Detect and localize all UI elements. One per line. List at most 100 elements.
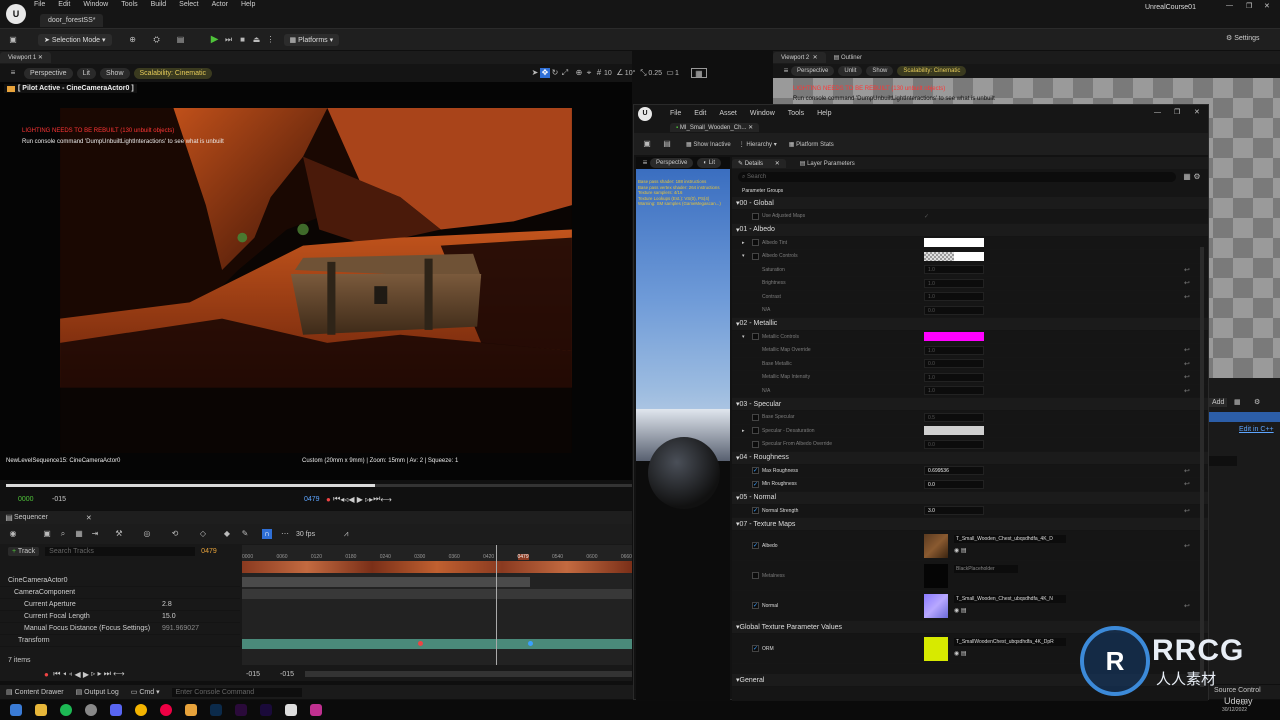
param-checkbox[interactable]	[752, 572, 759, 579]
param-checkbox[interactable]	[752, 212, 759, 220]
reset-icon[interactable]: ↩	[1184, 360, 1190, 368]
unreal-taskbar-icon[interactable]	[285, 704, 297, 716]
maximize-icon[interactable]: ❐	[1246, 2, 1252, 10]
track-row[interactable]: Current Focal Length 15.0	[0, 611, 240, 623]
after-effects-icon[interactable]	[260, 704, 272, 716]
spotify-icon[interactable]	[60, 704, 72, 716]
fps-selector[interactable]: 30 fps	[296, 531, 315, 538]
scale-tool-icon[interactable]: ⤢	[560, 68, 570, 78]
find-icon[interactable]: ⌕	[58, 529, 68, 539]
discord-icon[interactable]	[110, 704, 122, 716]
playback-start[interactable]: 0000	[18, 496, 34, 503]
keyframe[interactable]	[528, 641, 533, 646]
track-value[interactable]: 2.8	[162, 601, 172, 608]
play-icon[interactable]: ▶	[210, 34, 220, 45]
camera-speed-value[interactable]: 1	[675, 70, 679, 77]
camera-section[interactable]	[242, 577, 530, 587]
search-tracks-input[interactable]: Search Tracks	[45, 546, 196, 556]
chrome-icon[interactable]	[135, 704, 147, 716]
albedo-controls-swatch[interactable]	[924, 251, 984, 261]
layer-params-tab[interactable]: ▤ Layer Parameters	[800, 160, 855, 167]
unreal-logo-icon[interactable]: U	[6, 4, 26, 24]
track-row[interactable]: Current Aperture 2.8	[0, 599, 240, 611]
platforms-button[interactable]: ▦ Platforms ▾	[283, 33, 340, 46]
details-settings-icon[interactable]: ⚙	[1192, 172, 1202, 182]
auto-key-icon[interactable]: ◆	[222, 529, 232, 539]
record-icon[interactable]: ●	[326, 495, 331, 504]
param-checkbox[interactable]	[752, 239, 759, 247]
add-content-icon[interactable]: ⊕	[128, 35, 138, 45]
hierarchy-button[interactable]: ⋮ Hierarchy ▾	[739, 141, 777, 148]
metallic-controls-swatch[interactable]	[924, 332, 984, 342]
playhead[interactable]	[496, 545, 497, 665]
track-row[interactable]: Transform	[0, 635, 240, 647]
viewport2-tab[interactable]: Viewport 2 ✕	[773, 52, 826, 63]
reset-icon[interactable]: ↩	[1184, 346, 1190, 354]
param-checkbox-checked[interactable]: ✓	[752, 645, 759, 652]
track-value[interactable]: 15.0	[162, 613, 176, 620]
cinematics-icon[interactable]: ▤	[176, 35, 186, 45]
reset-icon[interactable]: ↩	[1184, 467, 1190, 475]
level-tab[interactable]: door_forestSS*	[40, 14, 104, 27]
blueprint-icon[interactable]: ⛭	[152, 35, 162, 45]
console-input[interactable]: Enter Console Command	[171, 687, 302, 697]
reset-icon[interactable]: ↩	[1184, 602, 1190, 610]
track-value[interactable]: 991.969027	[162, 625, 199, 632]
menu-tools[interactable]: Tools	[121, 1, 137, 8]
details-scrollbar[interactable]	[1200, 247, 1204, 687]
menu-edit[interactable]: Edit	[58, 1, 70, 8]
search-field[interactable]	[1209, 456, 1237, 466]
mat-close-icon[interactable]: ✕	[1194, 108, 1200, 116]
stop-icon[interactable]: ■	[238, 35, 248, 45]
brush-icon[interactable]: ✎	[240, 529, 250, 539]
grid-snap-value[interactable]: 10	[604, 70, 612, 77]
reverse-icon[interactable]: ◀	[348, 495, 354, 504]
show-inactive-button[interactable]: ▦ Show Inactive	[686, 141, 731, 148]
keyframe[interactable]	[418, 641, 423, 646]
playback-scrubber[interactable]	[6, 484, 632, 487]
reset-icon[interactable]: ↩	[1184, 293, 1190, 301]
track-area[interactable]: 0000 0060 0120 0180 0240 0300 0360 0420 0479 0540…	[242, 545, 632, 665]
expand-icon[interactable]: ▾	[742, 253, 745, 259]
expand-icon[interactable]: ▸	[742, 240, 745, 246]
texture-picker[interactable]: BlackPlaceholder	[954, 565, 1018, 573]
param-checkbox-checked[interactable]: ✓	[752, 507, 759, 515]
param-value[interactable]: 0.0	[924, 305, 984, 315]
menu-file[interactable]: File	[34, 1, 45, 8]
param-value[interactable]: 0.0	[924, 439, 984, 449]
section-roughness[interactable]: ▾ 04 - Roughness	[732, 451, 1208, 465]
param-value[interactable]: 0.5	[924, 412, 984, 422]
render-icon[interactable]: ▦	[74, 529, 84, 539]
recorder-icon[interactable]	[160, 704, 172, 716]
outliner-tab[interactable]: ▤ Outliner	[834, 54, 862, 61]
details-grid-icon[interactable]: ▦	[1182, 172, 1192, 182]
viewport-menu-icon[interactable]: ≡	[8, 68, 18, 78]
reset-icon[interactable]: ↩	[1184, 279, 1190, 287]
output-log-button[interactable]: ▤ Output Log	[76, 688, 119, 696]
app2-icon[interactable]	[310, 704, 322, 716]
param-checkbox-checked[interactable]: ✓	[752, 467, 759, 475]
param-value[interactable]: 1.0	[924, 345, 984, 355]
app-icon[interactable]	[85, 704, 97, 716]
sequencer-tab-label[interactable]: Sequencer	[14, 514, 48, 521]
view-end[interactable]: -015	[280, 671, 294, 678]
menu-select[interactable]: Select	[179, 1, 198, 8]
viewport1-tab[interactable]: Viewport 1 ✕	[0, 52, 51, 63]
orm-thumbnail[interactable]	[924, 637, 948, 661]
component-section[interactable]	[242, 589, 632, 599]
move-tool-icon[interactable]: ✥	[540, 68, 550, 78]
param-checkbox[interactable]	[752, 427, 759, 435]
play-forward-icon[interactable]: ▶	[357, 495, 363, 504]
menu-help[interactable]: Help	[241, 1, 255, 8]
minimize-icon[interactable]: —	[1226, 2, 1233, 9]
menu-window[interactable]: Window	[83, 1, 108, 8]
preview-lit-button[interactable]: ◐ Lit	[697, 158, 721, 168]
reset-icon[interactable]: ↩	[1184, 507, 1190, 515]
metalness-thumbnail[interactable]	[924, 564, 948, 588]
vp2-scalability-badge[interactable]: Scalability: Cinematic	[897, 66, 967, 76]
scale-snap-value[interactable]: 0.25	[648, 70, 662, 77]
viewport2-menu-icon[interactable]: ≡	[781, 66, 791, 76]
menu-actor[interactable]: Actor	[212, 1, 228, 8]
curve-editor-icon[interactable]: ⩘	[341, 529, 351, 539]
source-control-button[interactable]: Source Control	[1214, 687, 1261, 694]
